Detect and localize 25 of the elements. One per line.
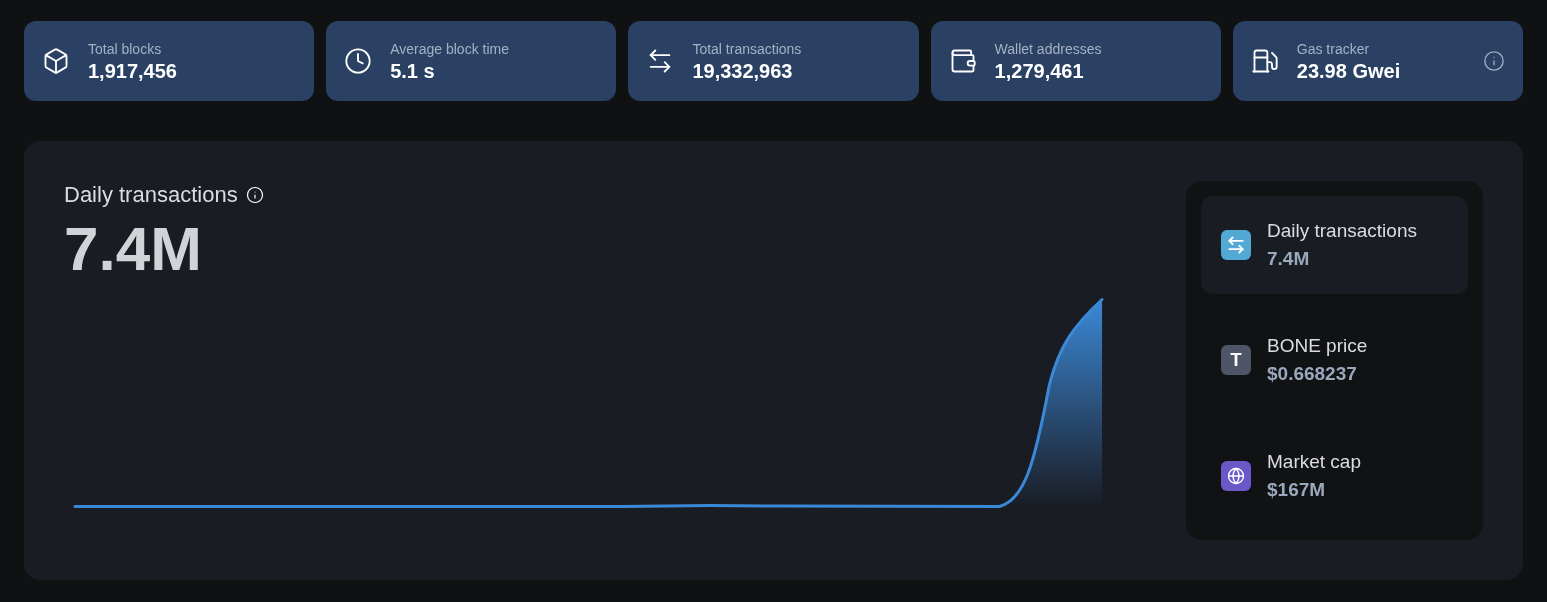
stat-value: 23.98 Gwei: [1296, 59, 1402, 83]
stat-label: Wallet addresses: [994, 40, 1103, 59]
stat-value: 19,332,963: [692, 59, 794, 83]
metric-value: $167M: [1267, 477, 1327, 502]
stat-label: Gas tracker: [1296, 40, 1371, 59]
metric-label: BONE price: [1267, 334, 1368, 359]
metric-value: 7.4M: [1267, 247, 1311, 272]
stat-label: Total transactions: [692, 40, 803, 59]
stat-label: Total blocks: [88, 40, 163, 59]
stat-value: 1,917,456: [88, 59, 178, 83]
metric-label: Daily transactions: [1267, 219, 1417, 244]
clock-icon: [344, 47, 373, 75]
chart-title: Daily transactions: [64, 181, 238, 209]
stat-value: 5.1 s: [390, 59, 436, 83]
metric-item[interactable]: Daily transactions 7.4M: [1201, 196, 1468, 295]
metric-item[interactable]: Market cap $167M: [1201, 426, 1468, 525]
cube-icon: [42, 47, 70, 75]
metric-value: $0.668237: [1267, 362, 1358, 387]
stat-label: Average block time: [390, 40, 510, 59]
metric-label: Market cap: [1267, 449, 1361, 474]
chart-value: 7.4M: [64, 213, 203, 285]
token-icon: T: [1221, 345, 1251, 376]
metric-item[interactable]: T BONE price $0.668237: [1201, 311, 1468, 410]
stat-value: 1,279,461: [994, 59, 1085, 83]
fuel-pump-icon: [1250, 47, 1279, 75]
